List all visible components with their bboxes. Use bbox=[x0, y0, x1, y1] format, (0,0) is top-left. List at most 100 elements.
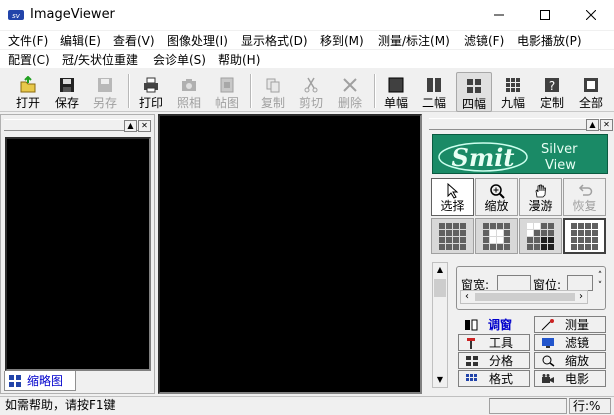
window-level-input[interactable] bbox=[567, 275, 593, 291]
panel-collapse-button[interactable]: ▲ bbox=[124, 120, 137, 132]
zoom-tab[interactable]: 缩放 bbox=[534, 352, 606, 369]
thumbnail-tab[interactable]: 缩略图 bbox=[4, 371, 76, 391]
menu-move-to[interactable]: 移到(M) bbox=[320, 32, 364, 49]
cut-button[interactable]: 剪切 bbox=[296, 72, 326, 110]
window-adjust-tab[interactable]: 调窗 bbox=[458, 316, 530, 333]
window-level-spinner[interactable]: ˄ ˅ bbox=[595, 271, 605, 293]
menu-consultation[interactable]: 会诊单(S) bbox=[153, 51, 206, 68]
triangle-up-icon: ▲ bbox=[127, 121, 134, 130]
layout-nine-button[interactable]: 九幅 bbox=[496, 72, 530, 110]
scroll-down-icon[interactable]: ▼ bbox=[433, 373, 447, 387]
smit-logo-icon: Smit Silver View bbox=[438, 142, 578, 173]
svg-text:Smit: Smit bbox=[452, 143, 515, 172]
open-button[interactable]: 打开 bbox=[12, 72, 44, 110]
select-mode-button[interactable]: 选择 bbox=[431, 178, 474, 216]
movie-tab[interactable]: 电影 bbox=[534, 370, 606, 387]
right-panel-vscrollbar[interactable]: ▲ ▼ bbox=[432, 262, 448, 388]
layout-custom-button[interactable]: ? 定制 bbox=[536, 72, 568, 110]
filter-tab[interactable]: 滤镜 bbox=[534, 334, 606, 351]
layout-two-button[interactable]: 二幅 bbox=[418, 72, 450, 110]
layout-single-button[interactable]: 单幅 bbox=[380, 72, 412, 110]
status-pane-empty bbox=[489, 398, 567, 414]
split-tab[interactable]: 分格 bbox=[458, 352, 530, 369]
maximize-button[interactable] bbox=[522, 0, 568, 30]
close-icon: ✕ bbox=[603, 120, 610, 129]
window-level-icon bbox=[465, 319, 478, 330]
close-icon: ✕ bbox=[141, 121, 148, 130]
grid-layout-block-button[interactable] bbox=[519, 218, 562, 254]
paste-image-button[interactable]: 帖图 bbox=[212, 72, 242, 110]
menu-view[interactable]: 查看(V) bbox=[113, 32, 155, 49]
thumbnail-view[interactable] bbox=[5, 137, 151, 371]
svg-text:sv: sv bbox=[12, 12, 21, 20]
toolbar-separator bbox=[250, 74, 252, 108]
window-hscrollbar[interactable]: ‹ › bbox=[460, 290, 588, 304]
menu-config[interactable]: 配置(C) bbox=[8, 51, 50, 68]
delete-x-icon bbox=[343, 78, 357, 92]
minimize-icon bbox=[494, 14, 504, 16]
panel-close-button[interactable]: ✕ bbox=[138, 120, 151, 132]
printer-icon bbox=[144, 77, 158, 93]
restore-button[interactable]: 恢复 bbox=[563, 178, 606, 216]
zoom-mode-button[interactable]: 缩放 bbox=[475, 178, 518, 216]
filter-monitor-icon bbox=[542, 337, 554, 348]
movie-camera-icon bbox=[542, 373, 554, 383]
grid-frame-icon bbox=[483, 222, 510, 250]
hscroll-thumb[interactable] bbox=[475, 293, 575, 301]
control-panel-caption[interactable]: ▲ ✕ bbox=[429, 118, 613, 131]
measure-tab[interactable]: 测量 bbox=[534, 316, 606, 333]
menu-measure-annotate[interactable]: 测量/标注(M) bbox=[378, 32, 450, 49]
svg-text:Silver: Silver bbox=[541, 142, 578, 157]
tools-tab[interactable]: 工具 bbox=[458, 334, 530, 351]
layout-all-button[interactable]: 全部 bbox=[574, 72, 608, 110]
print-button[interactable]: 打印 bbox=[136, 72, 166, 110]
grid-layout-frame-button[interactable] bbox=[475, 218, 518, 254]
menu-display-format[interactable]: 显示格式(D) bbox=[241, 32, 308, 49]
thumbnail-panel-caption[interactable]: ▲ ✕ bbox=[4, 119, 151, 132]
minimize-button[interactable] bbox=[476, 0, 522, 30]
status-help-text: 如需帮助，请按F1键 bbox=[5, 398, 116, 412]
save-disk-icon bbox=[60, 78, 74, 92]
layout-four-button[interactable]: 四幅 bbox=[456, 72, 492, 112]
window-width-input[interactable] bbox=[497, 275, 531, 291]
panel-collapse-button[interactable]: ▲ bbox=[586, 119, 599, 131]
save-as-button[interactable]: 另存 bbox=[90, 72, 120, 110]
copy-button[interactable]: 复制 bbox=[258, 72, 288, 110]
grid-layout-4x4-button[interactable] bbox=[431, 218, 474, 254]
thumbnail-grid-icon bbox=[9, 374, 21, 387]
menu-file[interactable]: 文件(F) bbox=[8, 32, 48, 49]
measure-ruler-icon bbox=[541, 318, 554, 330]
photo-button[interactable]: 照相 bbox=[174, 72, 204, 110]
delete-button[interactable]: 删除 bbox=[334, 72, 366, 110]
undo-arrow-icon bbox=[578, 184, 592, 196]
scroll-left-icon[interactable]: ‹ bbox=[461, 291, 473, 303]
close-button[interactable] bbox=[568, 0, 614, 30]
format-grid-icon bbox=[466, 373, 477, 381]
hammer-icon bbox=[467, 337, 475, 349]
maximize-icon bbox=[540, 10, 550, 20]
scroll-right-icon[interactable]: › bbox=[575, 291, 587, 303]
toolbar-separator bbox=[374, 74, 376, 108]
menu-reconstruction[interactable]: 冠/矢状位重建 bbox=[62, 51, 138, 68]
menu-movie-play[interactable]: 电影播放(P) bbox=[517, 32, 582, 49]
menu-edit[interactable]: 编辑(E) bbox=[60, 32, 101, 49]
format-tab[interactable]: 格式 bbox=[458, 370, 530, 387]
layout-1-icon bbox=[388, 77, 404, 93]
pan-mode-button[interactable]: 漫游 bbox=[519, 178, 562, 216]
close-icon bbox=[586, 10, 596, 20]
image-view-area[interactable] bbox=[158, 114, 422, 394]
save-button[interactable]: 保存 bbox=[52, 72, 82, 110]
triangle-up-icon: ▲ bbox=[589, 120, 596, 129]
custom-question-icon: ? bbox=[545, 78, 559, 93]
window-title: ImageViewer bbox=[30, 7, 115, 22]
menu-help[interactable]: 帮助(H) bbox=[218, 51, 260, 68]
status-bar: 如需帮助，请按F1键 行:% bbox=[0, 396, 614, 415]
grid-layout-full-button[interactable] bbox=[563, 218, 606, 254]
menu-image-processing[interactable]: 图像处理(I) bbox=[167, 32, 228, 49]
panel-close-button[interactable]: ✕ bbox=[600, 119, 613, 131]
app-logo-icon: sv bbox=[8, 10, 24, 20]
scroll-thumb[interactable] bbox=[434, 279, 446, 297]
save-as-icon bbox=[98, 78, 112, 92]
scroll-up-icon[interactable]: ▲ bbox=[433, 263, 447, 277]
menu-filter[interactable]: 滤镜(F) bbox=[464, 32, 504, 49]
